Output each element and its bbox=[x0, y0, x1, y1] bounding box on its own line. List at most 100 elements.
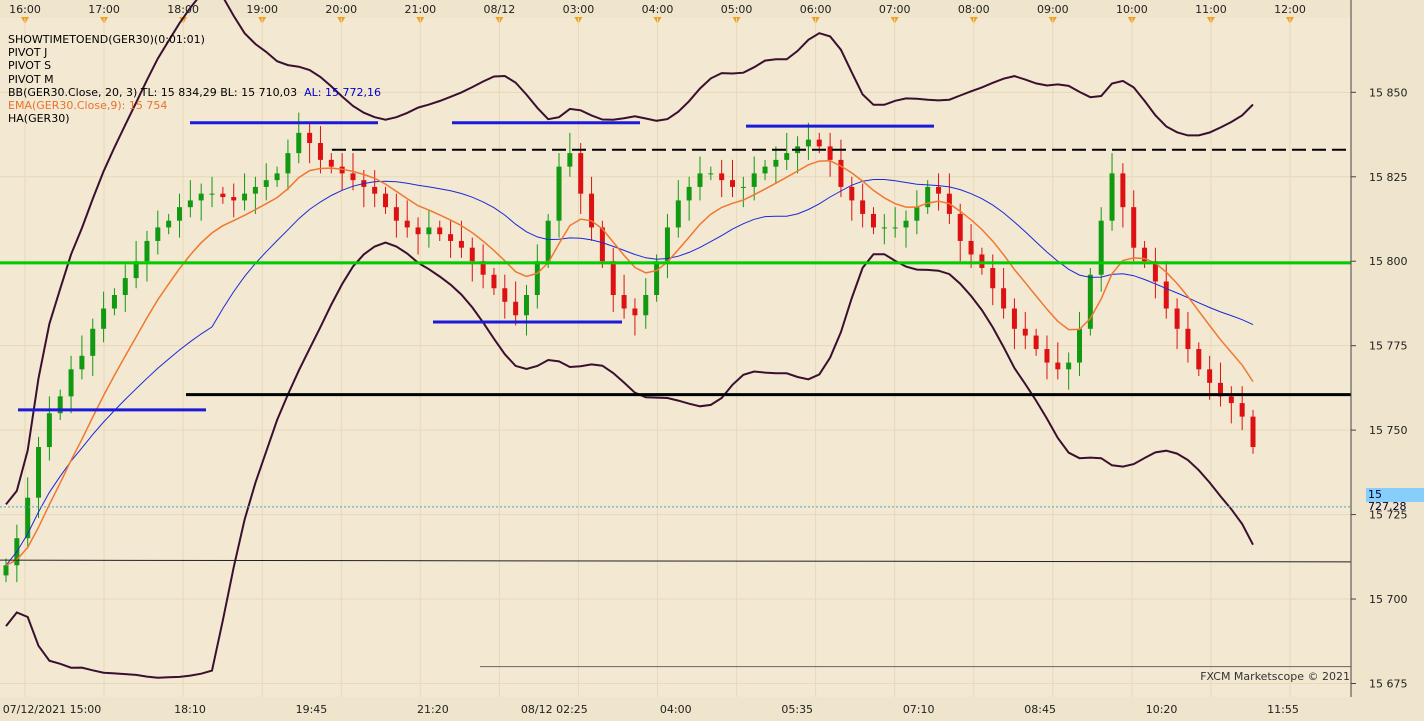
candle-body bbox=[1174, 308, 1180, 329]
candle-body bbox=[773, 159, 779, 167]
candle-body bbox=[860, 200, 866, 214]
indicator-legend: SHOWTIMETOEND(GER30)(0:01:01) PIVOT J PI… bbox=[8, 33, 381, 125]
top-time-label: 18:00 bbox=[167, 3, 199, 16]
legend-line-1: PIVOT J bbox=[8, 46, 48, 60]
legend-line-6: HA(GER30) bbox=[8, 112, 70, 126]
bottom-time-label: 05:35 bbox=[781, 703, 813, 716]
candle-body bbox=[122, 278, 128, 296]
top-time-label: 05:00 bbox=[721, 3, 753, 16]
legend-line-3: PIVOT M bbox=[8, 72, 54, 86]
top-time-label: 10:00 bbox=[1116, 3, 1148, 16]
candle-body bbox=[599, 227, 605, 262]
candle-body bbox=[90, 328, 96, 356]
candle-body bbox=[621, 295, 627, 309]
top-time-label: 16:00 bbox=[9, 3, 41, 16]
candle-body bbox=[1109, 173, 1115, 221]
top-time-label: 11:00 bbox=[1195, 3, 1227, 16]
candle-body bbox=[220, 193, 226, 198]
candle-body bbox=[556, 166, 562, 221]
candle-body bbox=[686, 186, 692, 201]
candle-body bbox=[816, 139, 822, 147]
top-time-label: 09:00 bbox=[1037, 3, 1069, 16]
candle-body bbox=[1228, 396, 1234, 404]
candle-body bbox=[68, 369, 74, 397]
y-tick-label: 15 675 bbox=[1369, 677, 1408, 690]
candle-body bbox=[469, 247, 475, 262]
candle-body bbox=[274, 173, 280, 181]
candle-body bbox=[1098, 220, 1104, 275]
bottom-time-label: 07/12/2021 15:00 bbox=[3, 703, 102, 716]
candle-body bbox=[838, 159, 844, 187]
candle-body bbox=[957, 213, 963, 241]
bottom-time-label: 08/12 02:25 bbox=[521, 703, 588, 716]
top-time-label: 03:00 bbox=[563, 3, 595, 16]
candle-body bbox=[350, 173, 356, 181]
y-tick-label: 15 825 bbox=[1369, 171, 1408, 184]
candle-body bbox=[513, 301, 519, 316]
candle-body bbox=[1066, 362, 1072, 370]
candle-body bbox=[990, 267, 996, 289]
legend-line-2: PIVOT S bbox=[8, 59, 52, 73]
candle-body bbox=[784, 153, 790, 160]
y-tick-label: 15 850 bbox=[1369, 86, 1408, 99]
top-time-label: 17:00 bbox=[88, 3, 120, 16]
top-time-label: 06:00 bbox=[800, 3, 832, 16]
top-time-label: 08/12 bbox=[484, 3, 516, 16]
candle-body bbox=[643, 295, 649, 316]
candle-body bbox=[1250, 416, 1256, 448]
candle-body bbox=[578, 153, 584, 194]
candle-body bbox=[654, 261, 660, 296]
candle-body bbox=[79, 355, 85, 370]
candle-body bbox=[101, 308, 107, 329]
legend-line-4: BB(GER30.Close, 20, 3) TL: 15 834,29 BL:… bbox=[8, 85, 381, 99]
candle-body bbox=[46, 413, 52, 448]
candle-body bbox=[719, 173, 725, 181]
top-time-label: 19:00 bbox=[246, 3, 278, 16]
last-price-tag: 15 727,28 bbox=[1366, 488, 1424, 513]
candle-body bbox=[664, 227, 670, 262]
bottom-time-label: 04:00 bbox=[660, 703, 692, 716]
candle-body bbox=[534, 261, 540, 296]
bottom-time-label: 10:20 bbox=[1146, 703, 1178, 716]
legend-line-0: SHOWTIMETOEND(GER30)(0:01:01) bbox=[8, 33, 205, 46]
candle-body bbox=[1185, 328, 1191, 350]
candle-body bbox=[979, 254, 985, 268]
candle-body bbox=[968, 240, 974, 255]
bottom-time-label: 08:45 bbox=[1024, 703, 1056, 716]
candle-body bbox=[491, 274, 497, 289]
candle-body bbox=[426, 227, 432, 235]
candle-body bbox=[675, 200, 681, 228]
candle-body bbox=[111, 295, 117, 309]
candle-body bbox=[176, 207, 182, 221]
candle-body bbox=[849, 186, 855, 201]
candle-body bbox=[458, 240, 464, 248]
candle-body bbox=[242, 193, 248, 201]
candle-body bbox=[708, 173, 714, 175]
candle-body bbox=[1120, 173, 1126, 208]
candle-body bbox=[610, 261, 616, 296]
candle-body bbox=[187, 200, 193, 208]
candle-body bbox=[805, 139, 811, 147]
candle-body bbox=[1207, 369, 1213, 383]
candle-body bbox=[36, 447, 42, 498]
candle-body bbox=[166, 220, 172, 228]
candle-body bbox=[372, 186, 378, 194]
candle-body bbox=[632, 308, 638, 316]
candle-body bbox=[881, 227, 887, 229]
candle-body bbox=[328, 159, 334, 167]
candle-body bbox=[730, 180, 736, 187]
bottom-time-label: 11:55 bbox=[1267, 703, 1299, 716]
candle-body bbox=[1011, 308, 1017, 329]
candle-body bbox=[523, 295, 529, 316]
candle-body bbox=[198, 193, 204, 201]
y-tick-label: 15 775 bbox=[1369, 340, 1408, 353]
candle-body bbox=[502, 288, 508, 302]
candle-body bbox=[914, 207, 920, 221]
y-tick-label: 15 800 bbox=[1369, 255, 1408, 268]
candle-body bbox=[317, 142, 323, 160]
candle-body bbox=[393, 207, 399, 221]
candle-body bbox=[1163, 281, 1169, 309]
price-axis bbox=[1351, 0, 1424, 721]
bottom-time-label: 07:10 bbox=[903, 703, 935, 716]
candle-body bbox=[155, 227, 161, 241]
